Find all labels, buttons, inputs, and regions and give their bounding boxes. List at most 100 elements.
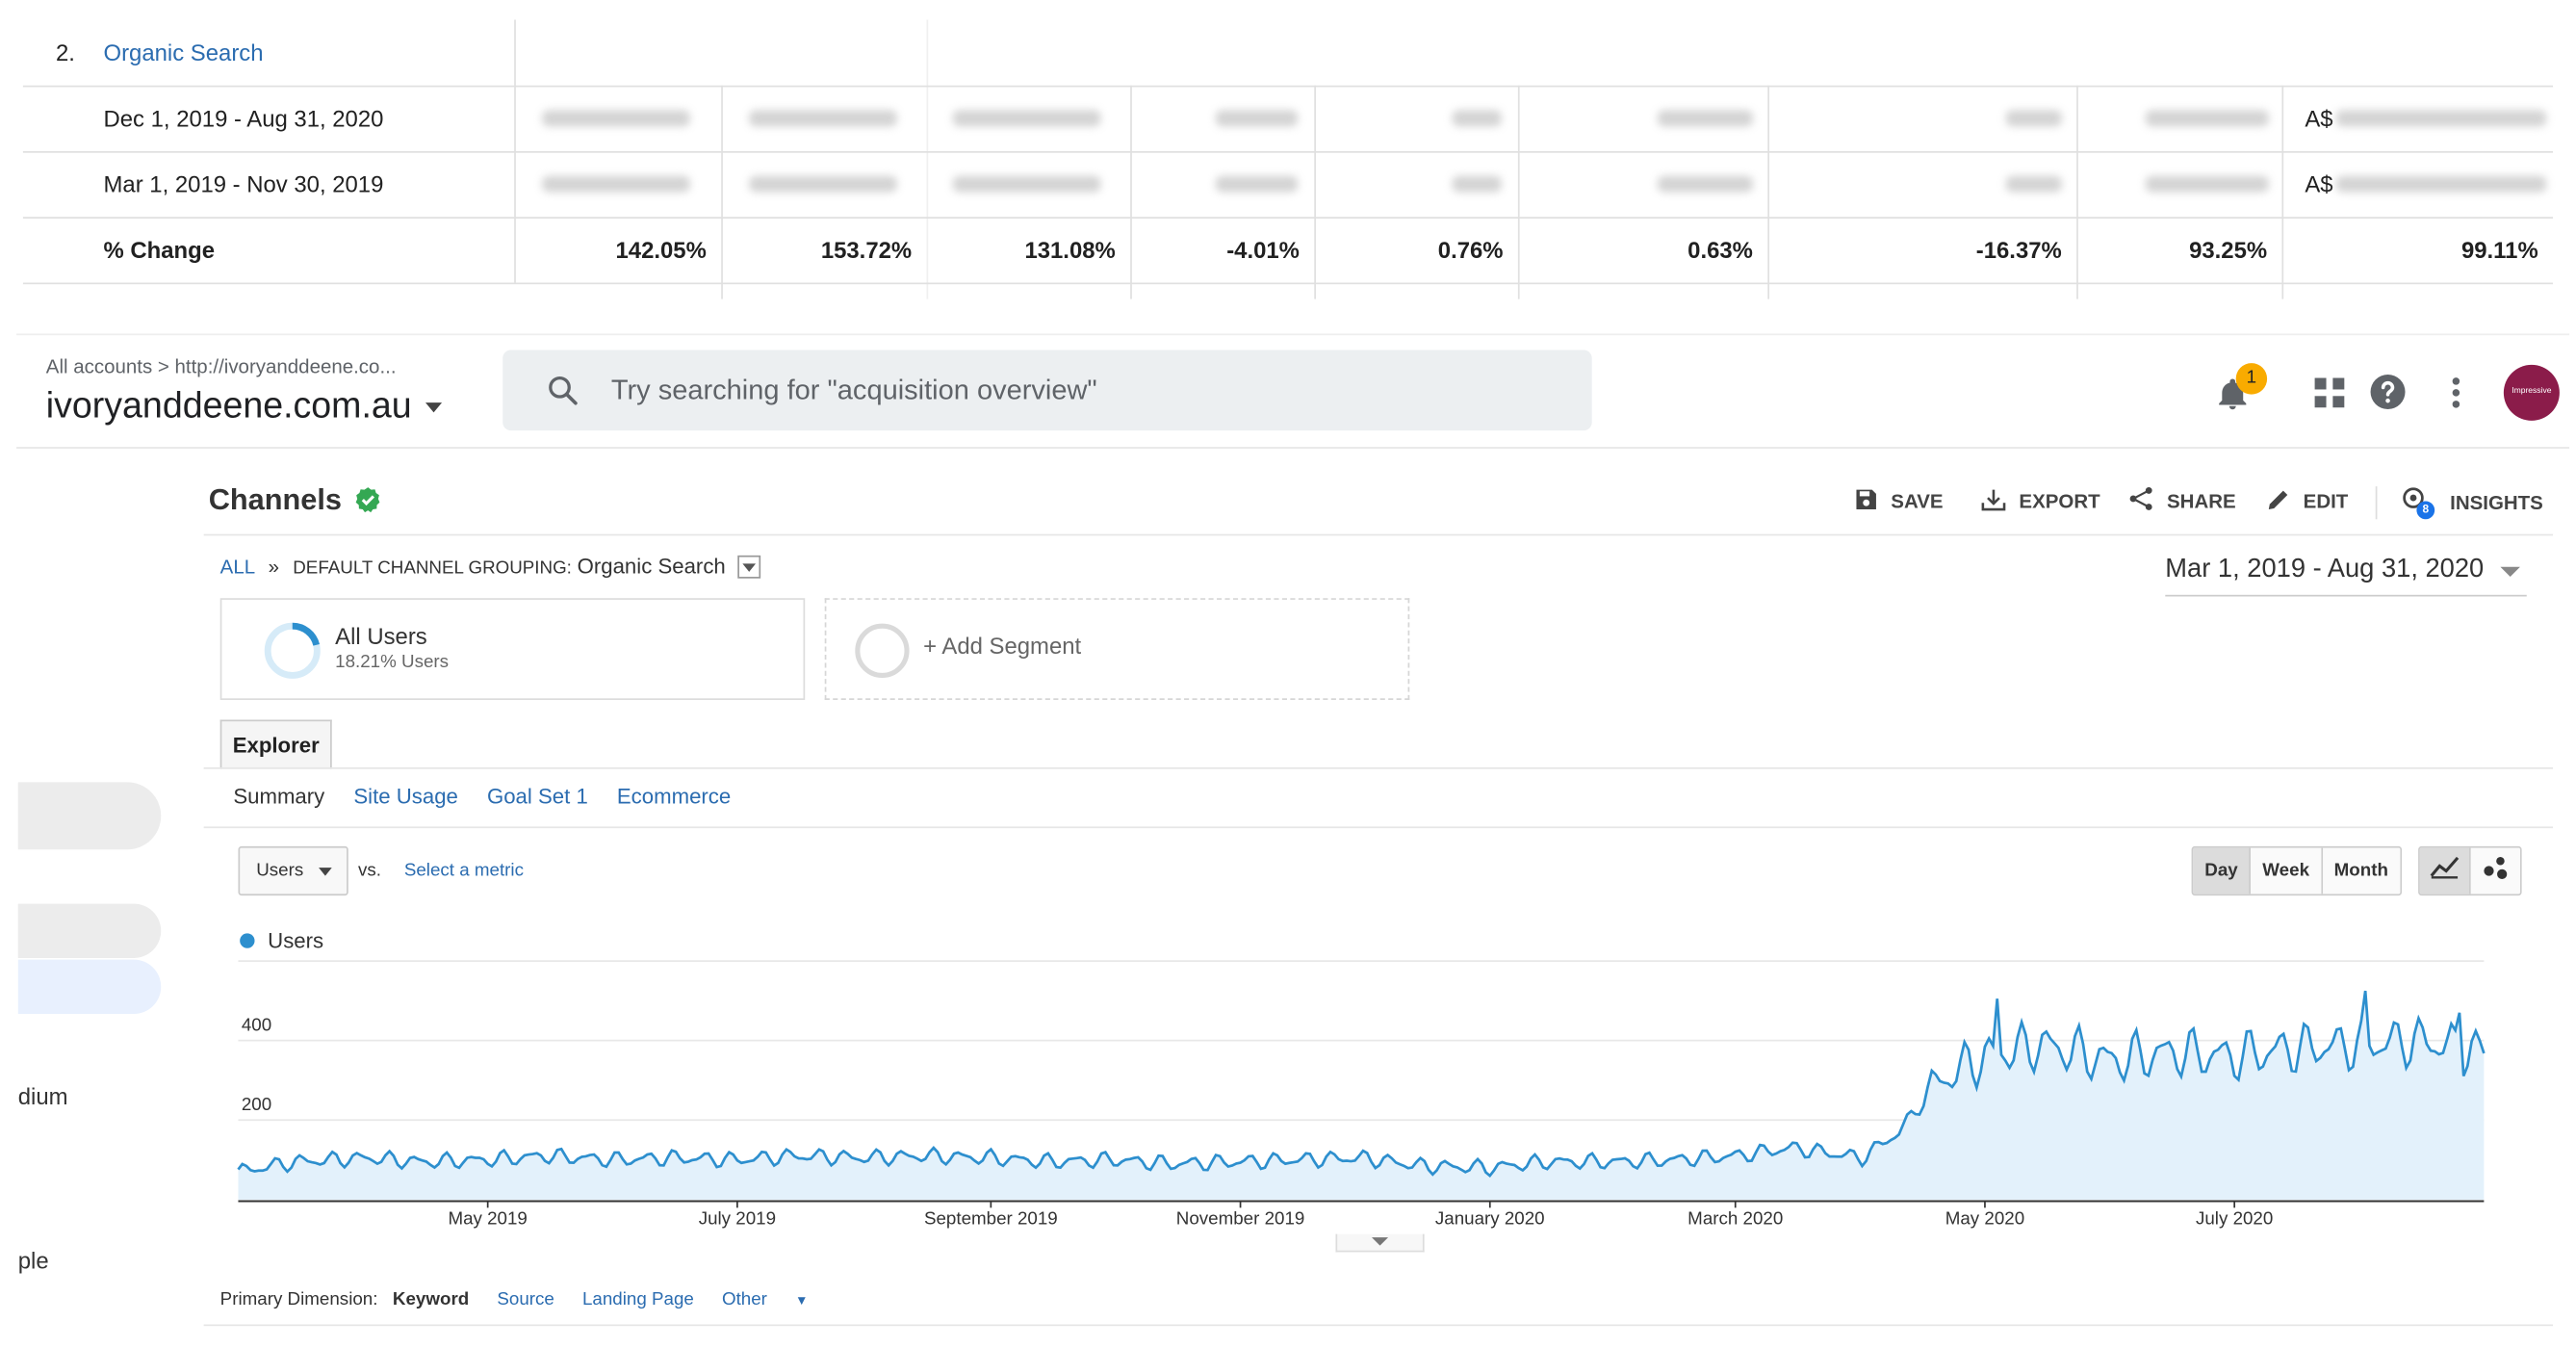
line-chart-button[interactable]	[2419, 847, 2471, 894]
row-date-label: Dec 1, 2019 - Aug 31, 2020	[103, 105, 384, 132]
grouping-dropdown[interactable]	[737, 555, 761, 579]
screenshot-root: 2. Organic Search Dec 1, 2019 - Aug 31, …	[0, 0, 2576, 1346]
chart-legend: Users	[240, 928, 323, 953]
breadcrumb-all-link[interactable]: ALL	[220, 556, 255, 579]
chevron-down-icon: ▼	[795, 1293, 809, 1309]
x-tick-label: January 2020	[1435, 1207, 1545, 1228]
segment-name: All Users	[335, 622, 427, 650]
primary-dimension-label: Primary Dimension:	[219, 1289, 378, 1310]
blurred-value	[2145, 175, 2269, 193]
segment-donut-icon	[264, 622, 321, 679]
dimension-source[interactable]: Source	[497, 1290, 554, 1309]
subtab-goal-set[interactable]: Goal Set 1	[487, 784, 588, 809]
page-title: Channels	[209, 483, 381, 518]
property-name: ivoryanddeene.com.au	[45, 384, 412, 427]
dimension-landing-page[interactable]: Landing Page	[582, 1290, 694, 1309]
avatar[interactable]: Impressive	[2503, 364, 2560, 421]
x-tick-label: November 2019	[1176, 1207, 1305, 1228]
change-cell: -16.37%	[1975, 236, 2062, 264]
date-range-text: Mar 1, 2019 - Aug 31, 2020	[2165, 555, 2485, 583]
divider	[203, 826, 2554, 829]
explorer-subtabs: Summary Site Usage Goal Set 1 Ecommerce	[233, 784, 754, 809]
save-icon	[1856, 489, 1876, 510]
change-label: % Change	[103, 236, 216, 264]
insights-badge: 8	[2416, 501, 2435, 520]
breadcrumb-separator: »	[268, 555, 280, 579]
segment-all-users[interactable]: All Users 18.21% Users	[219, 598, 806, 701]
divider	[203, 1324, 2554, 1327]
subtab-ecommerce[interactable]: Ecommerce	[617, 784, 731, 809]
change-cell: 153.72%	[820, 236, 913, 264]
users-line-chart[interactable]: 200 400 600 May 2019 July 2019 September 2019…	[197, 953, 2530, 1257]
y-tick-label: 600	[242, 953, 271, 955]
nav-item[interactable]	[17, 903, 162, 958]
x-tick-label: September 2019	[924, 1207, 1058, 1228]
share-icon	[2129, 487, 2152, 510]
property-selector[interactable]: ivoryanddeene.com.au	[46, 384, 442, 427]
blurred-value	[952, 110, 1101, 127]
insights-button[interactable]: 8 INSIGHTS	[2402, 486, 2543, 520]
verified-check-icon	[355, 487, 380, 513]
table-row-channel: 2. Organic Search	[22, 19, 2554, 88]
channel-link[interactable]: Organic Search	[104, 19, 264, 85]
blurred-value	[1452, 175, 1502, 193]
share-button[interactable]: SHARE	[2129, 486, 2236, 516]
empty-segment-icon	[855, 623, 910, 678]
nav-item-active[interactable]	[17, 959, 162, 1014]
blurred-value	[952, 175, 1101, 193]
granularity-day[interactable]: Day	[2193, 847, 2252, 894]
toolbar-divider	[2375, 486, 2378, 520]
chart-collapse-handle[interactable]	[1335, 1233, 1425, 1253]
blurred-value	[2335, 175, 2547, 193]
legend-label: Users	[268, 928, 324, 953]
blurred-value	[1452, 110, 1502, 127]
blurred-value	[1657, 110, 1753, 127]
line-chart-icon	[2430, 856, 2460, 879]
more-vert-icon[interactable]	[2448, 375, 2464, 411]
export-icon	[1981, 489, 2006, 511]
granularity-toggle: Day Week Month	[2191, 845, 2402, 896]
blurred-value	[749, 110, 897, 127]
primary-dimension-bar: Primary Dimension: Keyword Source Landin…	[220, 1290, 855, 1309]
edit-button[interactable]: EDIT	[2267, 486, 2348, 516]
nav-item-medium[interactable]: dium	[18, 1083, 68, 1109]
motion-chart-button[interactable]	[2470, 847, 2520, 894]
apps-grid-icon[interactable]	[2313, 376, 2346, 409]
chevron-down-icon	[1372, 1237, 1389, 1246]
add-segment-button[interactable]: + Add Segment	[824, 598, 1410, 701]
table-row-change: % Change 142.05% 153.72% 131.08% -4.01% …	[22, 217, 2554, 285]
subtab-summary[interactable]: Summary	[233, 784, 324, 809]
x-tick-label: July 2019	[699, 1207, 776, 1228]
dimension-keyword[interactable]: Keyword	[393, 1290, 469, 1309]
dimension-other[interactable]: Other ▼	[722, 1290, 831, 1309]
search-bar[interactable]: Try searching for "acquisition overview"	[502, 350, 1592, 431]
tab-divider	[203, 766, 2554, 769]
save-button[interactable]: SAVE	[1855, 486, 1944, 516]
metric-dropdown[interactable]: Users	[238, 845, 348, 896]
chevron-down-icon	[2500, 566, 2520, 578]
comparison-table: 2. Organic Search Dec 1, 2019 - Aug 31, …	[22, 19, 2554, 302]
granularity-month[interactable]: Month	[2322, 847, 2400, 894]
y-tick-label: 200	[242, 1094, 271, 1114]
x-tick-label: July 2020	[2196, 1207, 2273, 1228]
granularity-week[interactable]: Week	[2251, 847, 2323, 894]
avatar-text: Impressive	[2512, 386, 2552, 397]
nav-item[interactable]	[17, 782, 162, 850]
select-metric-link[interactable]: Select a metric	[404, 861, 524, 880]
nav-item-people[interactable]: ple	[18, 1247, 49, 1273]
search-icon	[549, 376, 578, 405]
change-cell: 0.76%	[1437, 236, 1504, 264]
date-range-picker[interactable]: Mar 1, 2019 - Aug 31, 2020	[2165, 555, 2527, 597]
blurred-value	[1215, 175, 1299, 193]
help-icon[interactable]	[2369, 373, 2407, 410]
revenue-prefix: A$	[2305, 105, 2333, 132]
chart-type-toggle	[2418, 845, 2522, 896]
account-breadcrumb[interactable]: All accounts > http://ivoryanddeene.co..…	[46, 355, 397, 378]
table-row: Dec 1, 2019 - Aug 31, 2020 A$	[22, 86, 2554, 153]
tab-explorer[interactable]: Explorer	[219, 719, 332, 769]
export-button[interactable]: EXPORT	[1981, 486, 2100, 516]
row-date-label: Mar 1, 2019 - Nov 30, 2019	[103, 170, 384, 197]
analytics-header: All accounts > http://ivoryanddeene.co..…	[16, 333, 2570, 449]
subtab-site-usage[interactable]: Site Usage	[353, 784, 458, 809]
row-number: 2.	[56, 39, 75, 66]
